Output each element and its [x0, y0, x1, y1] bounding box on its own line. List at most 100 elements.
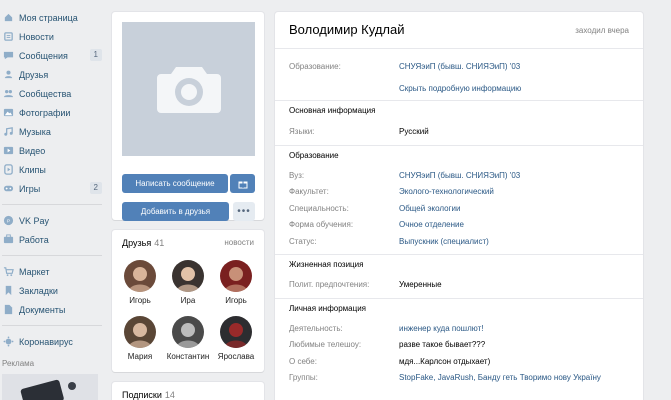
- info-row-value[interactable]: StopFake, JavaRush, Банду геть Творимо н…: [399, 373, 601, 382]
- sidebar-item-label: Коронавирус: [19, 336, 73, 347]
- info-row: Полит. предпочтения: Умеренные: [289, 278, 633, 290]
- friend-name[interactable]: Константин: [164, 352, 212, 361]
- home-icon: [2, 12, 14, 24]
- more-actions-button[interactable]: •••: [233, 202, 255, 221]
- friend-avatar[interactable]: [124, 316, 156, 348]
- nav-divider: [2, 204, 102, 205]
- friend-name[interactable]: Игорь: [212, 296, 260, 305]
- info-row: Деятельность: инженер куда пошлют!: [289, 322, 633, 334]
- profile-avatar[interactable]: [122, 22, 255, 156]
- sidebar-item-friends[interactable]: Друзья: [0, 65, 106, 84]
- friends-title[interactable]: Друзья: [122, 238, 151, 248]
- subscriptions-title[interactable]: Подписки: [122, 390, 162, 400]
- info-row-value[interactable]: Общей экологии: [399, 204, 460, 213]
- market-icon: [2, 266, 14, 278]
- friend-name[interactable]: Ира: [164, 296, 212, 305]
- sidebar-item-music[interactable]: Музыка: [0, 122, 106, 141]
- info-row: Специальность: Общей экологии: [289, 202, 633, 214]
- sidebar-item-vkpay[interactable]: P VK Pay: [0, 211, 106, 230]
- friend-item[interactable]: Мария: [116, 316, 164, 361]
- sidebar-item-documents[interactable]: Документы: [0, 300, 106, 319]
- info-row-value[interactable]: мдя...Карлсон отдыхает): [399, 357, 490, 366]
- nav-group-main: Моя страница Новости Сообщения 1 Друзья Сообщ…: [0, 8, 106, 198]
- toggle-details-row: Скрыть подробную информацию: [289, 82, 633, 94]
- friend-avatar[interactable]: [172, 260, 204, 292]
- info-row-value[interactable]: Русский: [399, 127, 429, 136]
- friends-count: 41: [154, 238, 165, 248]
- coronavirus-icon: [2, 336, 14, 348]
- photos-icon: [2, 107, 14, 119]
- bookmarks-icon: [2, 285, 14, 297]
- sidebar-item-games[interactable]: Игры 2: [0, 179, 106, 198]
- friend-item[interactable]: Ира: [164, 260, 212, 305]
- friend-name[interactable]: Мария: [116, 352, 164, 361]
- nav-divider: [2, 255, 102, 256]
- info-row-key: Языки:: [289, 126, 315, 136]
- info-row-value[interactable]: Выпускник (специалист): [399, 237, 489, 246]
- divider: [275, 298, 643, 299]
- toggle-details-link[interactable]: Скрыть подробную информацию: [399, 84, 521, 93]
- friend-avatar[interactable]: [220, 260, 252, 292]
- info-row: Языки: Русский: [289, 125, 633, 137]
- friends-title-wrap: Друзья 41: [122, 238, 164, 248]
- sidebar-item-label: Документы: [19, 304, 66, 315]
- section-title: Жизненная позиция: [289, 260, 364, 269]
- profile-name: Володимир Кудлай: [289, 22, 405, 37]
- sidebar-item-bookmarks[interactable]: Закладки: [0, 281, 106, 300]
- friend-name[interactable]: Игорь: [116, 296, 164, 305]
- sidebar-item-news[interactable]: Новости: [0, 27, 106, 46]
- info-row-value[interactable]: Эколого-технологический: [399, 187, 494, 196]
- info-row-key: Специальность:: [289, 203, 349, 213]
- friend-avatar[interactable]: [220, 316, 252, 348]
- profile-photo-card: Написать сообщение Добавить в друзья •••: [112, 12, 264, 221]
- info-row-key: Форма обучения:: [289, 220, 354, 229]
- last-seen-status: заходил вчера: [575, 26, 629, 35]
- sidebar-item-label: Моя страница: [19, 12, 78, 23]
- sidebar-item-clips[interactable]: Клипы: [0, 160, 106, 179]
- sidebar-item-label: Музыка: [19, 126, 51, 137]
- friends-icon: [2, 69, 14, 81]
- friend-item[interactable]: Игорь: [116, 260, 164, 305]
- sidebar-item-photos[interactable]: Фотографии: [0, 103, 106, 122]
- friend-item[interactable]: Ярослава: [212, 316, 260, 361]
- info-row-value[interactable]: инженер куда пошлют!: [399, 324, 483, 333]
- info-row-key: Группы:: [289, 373, 318, 382]
- info-row-key: Факультет:: [289, 187, 329, 196]
- sidebar-item-market[interactable]: Маркет: [0, 262, 106, 281]
- sidebar-item-work[interactable]: Работа: [0, 230, 106, 249]
- sidebar-item-video[interactable]: Видео: [0, 141, 106, 160]
- friends-header: Друзья 41 новости: [122, 238, 254, 248]
- write-message-button[interactable]: Написать сообщение: [122, 174, 228, 193]
- friend-name[interactable]: Ярослава: [212, 352, 260, 361]
- friends-card: Друзья 41 новости Игорь Ира Игорь Мария Конст…: [112, 230, 264, 372]
- friend-item[interactable]: Игорь: [212, 260, 260, 305]
- sidebar-item-messages[interactable]: Сообщения 1: [0, 46, 106, 65]
- ads-title: Реклама: [2, 359, 35, 368]
- ad-image[interactable]: [2, 374, 98, 400]
- friends-news-link[interactable]: новости: [224, 238, 254, 248]
- sidebar-item-communities[interactable]: Сообщества: [0, 84, 106, 103]
- info-row-value[interactable]: СНУЯэиП (бывш. СНИЯЭиП) '03: [399, 171, 520, 180]
- sidebar-item-home[interactable]: Моя страница: [0, 8, 106, 27]
- sidebar-item-coronavirus[interactable]: Коронавирус: [0, 332, 106, 351]
- section-basic-info: Основная информация: [289, 106, 633, 115]
- friend-avatar[interactable]: [172, 316, 204, 348]
- work-icon: [2, 234, 14, 246]
- info-row-value[interactable]: Умеренные: [399, 280, 442, 289]
- friend-item[interactable]: Константин: [164, 316, 212, 361]
- games-icon: [2, 183, 14, 195]
- left-sidebar: Моя страница Новости Сообщения 1 Друзья Сообщ…: [0, 8, 106, 400]
- friend-avatar[interactable]: [124, 260, 156, 292]
- info-row-key: Любимые телешоу:: [289, 340, 362, 349]
- send-gift-button[interactable]: [230, 174, 255, 193]
- info-row: Группы: StopFake, JavaRush, Банду геть Тв…: [289, 372, 633, 384]
- profile-info-card: Володимир Кудлай заходил вчера Образован…: [275, 12, 643, 400]
- add-friend-button[interactable]: Добавить в друзья: [122, 202, 229, 221]
- info-row-value[interactable]: разве такое бывает???: [399, 340, 485, 349]
- info-row-value[interactable]: Очное отделение: [399, 220, 464, 229]
- info-row-value[interactable]: СНУЯэиП (бывш. СНИЯЭиП) '03: [399, 62, 520, 71]
- section-life-position: Жизненная позиция: [289, 260, 633, 269]
- sidebar-item-label: Сообщества: [19, 88, 72, 99]
- nav-group-info: Коронавирус: [0, 332, 106, 351]
- counter-badge: 2: [89, 182, 102, 194]
